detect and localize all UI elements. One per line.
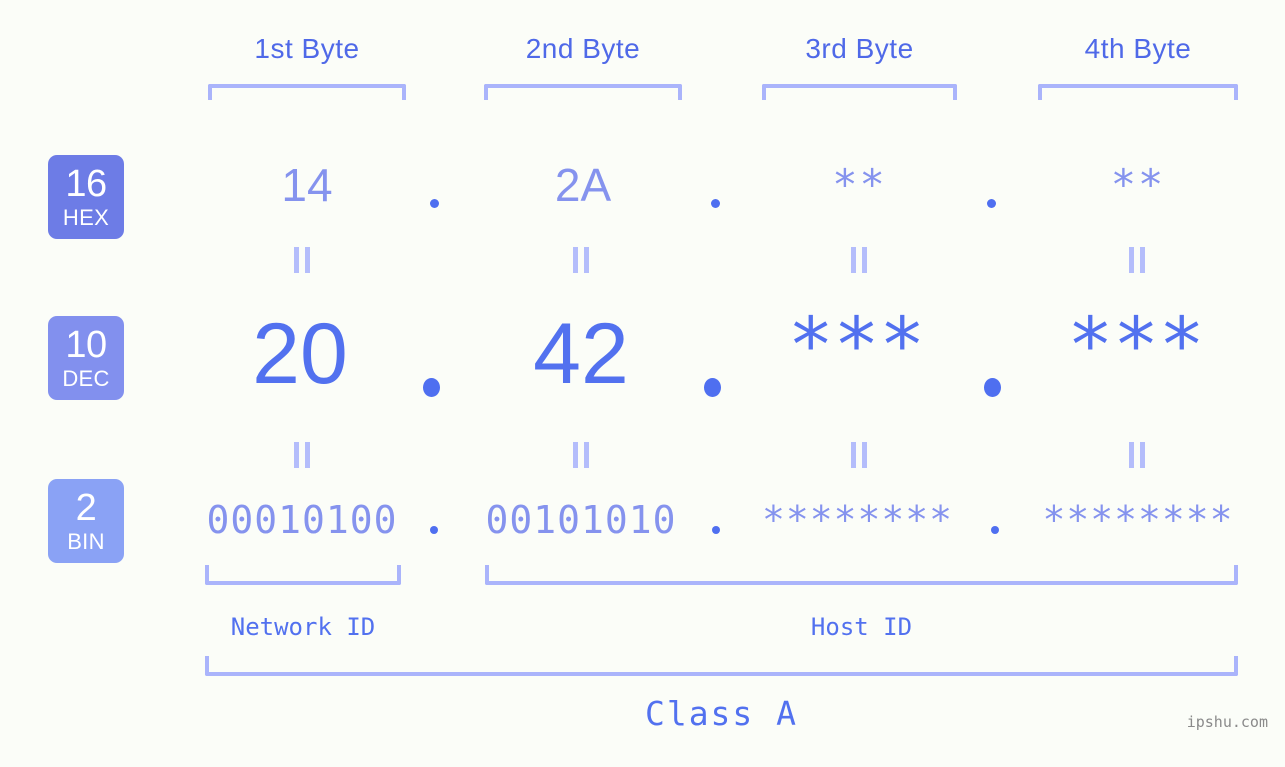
equals-mark-dec-bin-2 — [573, 442, 591, 468]
dec-separator-dot-2 — [704, 378, 721, 397]
byte-header-1: 1st Byte — [254, 33, 360, 64]
bin-byte-3: ******** — [761, 498, 954, 542]
equals-mark-dec-bin-4 — [1129, 442, 1147, 468]
class-label: Class A — [644, 694, 799, 733]
base-badge-bin-number: 2 — [75, 487, 97, 529]
base-badge-bin-name: BIN — [67, 529, 105, 554]
hex-byte-4: ** — [1110, 160, 1166, 209]
dec-byte-4: *** — [1067, 300, 1205, 389]
equals-mark-dec-bin-3 — [851, 442, 869, 468]
bin-separator-dot-3 — [991, 526, 999, 534]
equals-mark-dec-bin-1 — [294, 442, 312, 468]
ip-address-diagram: 1st Byte 2nd Byte 3rd Byte 4th Byte 16 H… — [0, 0, 1285, 767]
bin-byte-4: ******** — [1042, 498, 1234, 542]
watermark: ipshu.com — [1186, 713, 1268, 731]
equals-mark-hex-dec-3 — [851, 247, 869, 273]
byte-header-2: 2nd Byte — [525, 33, 641, 64]
base-badge-dec-name: DEC — [62, 366, 110, 391]
class-bracket — [205, 656, 1238, 676]
byte-header-4: 4th Byte — [1084, 33, 1192, 64]
byte-bracket-2 — [484, 84, 682, 100]
hex-byte-3: ** — [832, 160, 887, 209]
bin-separator-dot-2 — [712, 526, 720, 534]
byte-bracket-3 — [762, 84, 957, 100]
hex-separator-dot-3 — [987, 199, 996, 208]
base-badge-hex: 16 HEX — [48, 155, 124, 239]
base-badge-hex-name: HEX — [62, 205, 110, 230]
equals-mark-hex-dec-4 — [1129, 247, 1147, 273]
host-id-label: Host ID — [810, 613, 913, 641]
base-badge-bin: 2 BIN — [48, 479, 124, 563]
bin-byte-1: 00010100 — [206, 498, 398, 542]
dec-byte-1: 20 — [252, 306, 348, 402]
bin-separator-dot-1 — [430, 526, 438, 534]
network-id-label: Network ID — [230, 613, 376, 641]
byte-bracket-1 — [208, 84, 406, 100]
hex-separator-dot-2 — [711, 199, 720, 208]
hex-byte-2: 2A — [554, 159, 612, 211]
dec-byte-2: 42 — [533, 306, 629, 402]
byte-header-3: 3rd Byte — [805, 33, 914, 64]
byte-bracket-4 — [1038, 84, 1238, 100]
base-badge-hex-number: 16 — [65, 163, 107, 205]
equals-mark-hex-dec-2 — [573, 247, 591, 273]
dec-byte-3: *** — [787, 300, 926, 389]
dec-separator-dot-3 — [984, 378, 1001, 397]
dec-separator-dot-1 — [423, 378, 440, 397]
equals-mark-hex-dec-1 — [294, 247, 312, 273]
network-id-bracket — [205, 565, 401, 585]
bin-byte-2: 00101010 — [485, 498, 677, 542]
host-id-bracket — [485, 565, 1238, 585]
base-badge-dec: 10 DEC — [48, 316, 124, 400]
hex-byte-1: 14 — [281, 159, 333, 211]
hex-separator-dot-1 — [430, 199, 439, 208]
base-badge-dec-number: 10 — [65, 324, 107, 366]
